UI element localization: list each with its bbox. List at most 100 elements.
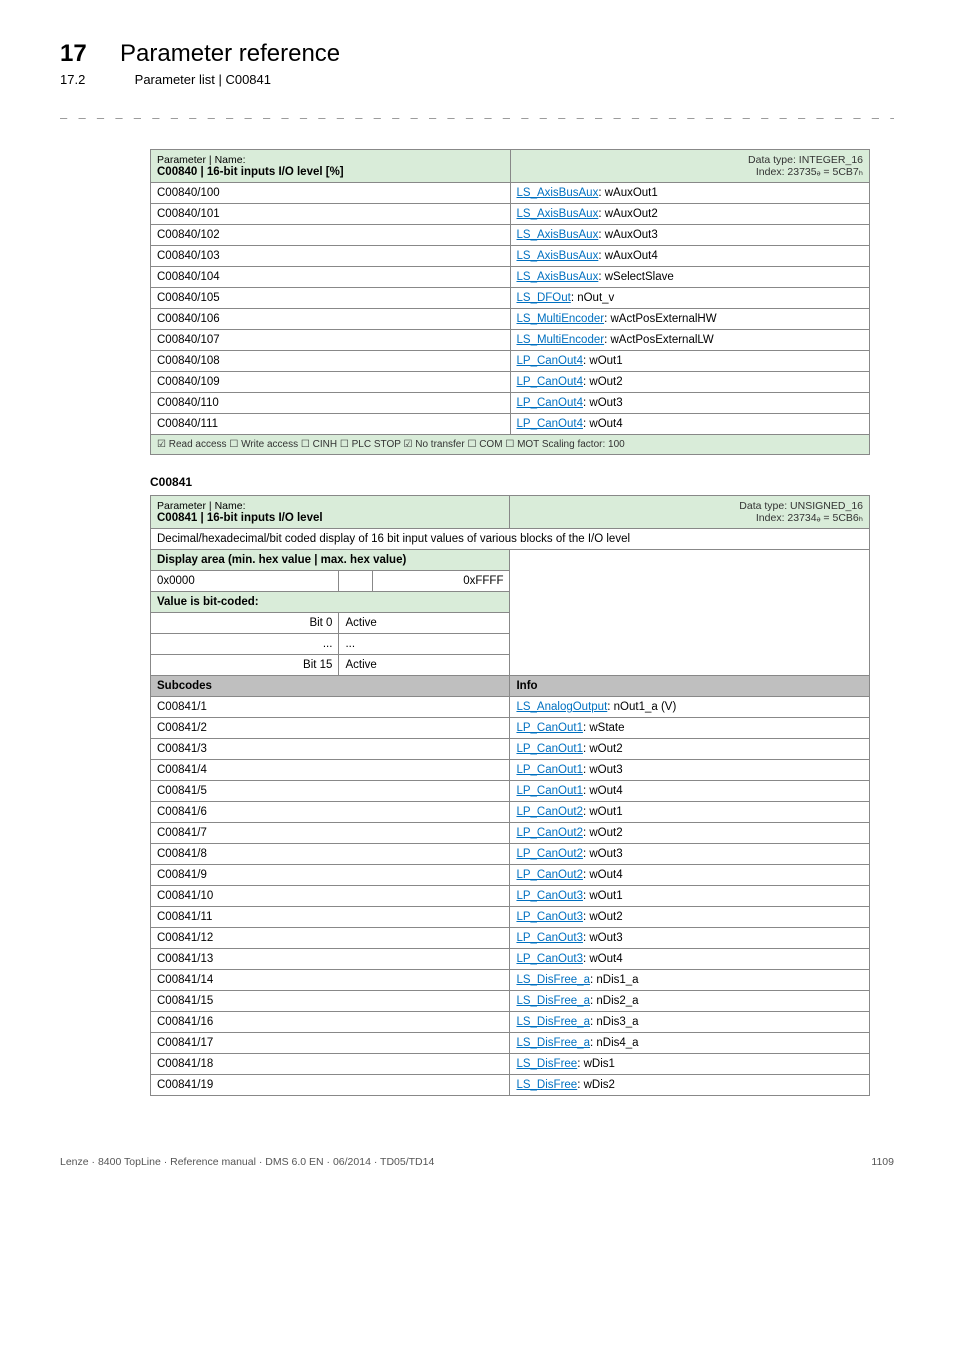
ellipsis-value: ...: [339, 634, 510, 655]
table-row: C00840/104LS_AxisBusAux: wSelectSlave: [151, 267, 870, 288]
param-code: C00841/15: [151, 991, 510, 1012]
display-area-header: Display area (min. hex value | max. hex …: [151, 550, 870, 571]
param-code: C00841/3: [151, 739, 510, 760]
param-info: LS_AxisBusAux: wAuxOut2: [510, 204, 870, 225]
param-code: C00841/4: [151, 760, 510, 781]
port-link[interactable]: LP_CanOut4: [517, 376, 584, 388]
port-link[interactable]: LS_DisFree: [516, 1058, 577, 1070]
param-info: LS_AnalogOutput: nOut1_a (V): [510, 697, 870, 718]
table-row: C00841/7LP_CanOut2: wOut2: [151, 823, 870, 844]
port-link[interactable]: LP_CanOut2: [516, 848, 583, 860]
port-link[interactable]: LP_CanOut2: [516, 869, 583, 881]
port-link[interactable]: LS_AxisBusAux: [517, 187, 599, 199]
port-link[interactable]: LS_MultiEncoder: [517, 334, 605, 346]
port-link[interactable]: LP_CanOut3: [516, 911, 583, 923]
ellipsis-key: ...: [151, 634, 339, 655]
param-code: C00840/111: [151, 414, 511, 435]
port-link[interactable]: LP_CanOut1: [516, 785, 583, 797]
param-info: LS_DisFree_a: nDis3_a: [510, 1012, 870, 1033]
param-code: C00840/106: [151, 309, 511, 330]
data-type-line: Data type: INTEGER_16: [517, 154, 864, 166]
param-code: C00841/16: [151, 1012, 510, 1033]
param-info: LS_AxisBusAux: wAuxOut1: [510, 183, 870, 204]
param-code: C00841/8: [151, 844, 510, 865]
param-label: Parameter | Name:: [157, 500, 503, 512]
param-info: LS_DisFree_a: nDis4_a: [510, 1033, 870, 1054]
footer-page-number: 1109: [871, 1156, 894, 1168]
port-link[interactable]: LP_CanOut4: [517, 418, 584, 430]
table-footer-row: ☑ Read access ☐ Write access ☐ CINH ☐ PL…: [151, 435, 870, 455]
port-link[interactable]: LS_DisFree_a: [516, 974, 590, 986]
table-header-row: Parameter | Name: C00841 | 16-bit inputs…: [151, 496, 870, 529]
table-row: C00840/103LS_AxisBusAux: wAuxOut4: [151, 246, 870, 267]
param-info: LP_CanOut1: wOut3: [510, 760, 870, 781]
port-link[interactable]: LS_DisFree_a: [516, 995, 590, 1007]
param-info: LS_DFOut: nOut_v: [510, 288, 870, 309]
info-header: Info: [510, 676, 870, 697]
param-code: C00841/11: [151, 907, 510, 928]
param-code: C00841/14: [151, 970, 510, 991]
port-link[interactable]: LS_DisFree_a: [516, 1016, 590, 1028]
param-code: C00840/105: [151, 288, 511, 309]
port-link[interactable]: LS_AxisBusAux: [517, 271, 599, 283]
param-code: C00840/104: [151, 267, 511, 288]
table-row: C00840/105LS_DFOut: nOut_v: [151, 288, 870, 309]
bit-coded-label: Value is bit-coded:: [157, 596, 259, 608]
param-code: C00840/108: [151, 351, 511, 372]
port-link[interactable]: LS_AxisBusAux: [517, 208, 599, 220]
section-label-c00841: C00841: [150, 475, 894, 489]
param-info: LP_CanOut2: wOut3: [510, 844, 870, 865]
param-label: Parameter | Name:: [157, 154, 504, 166]
table-row: C00841/2LP_CanOut1: wState: [151, 718, 870, 739]
port-link[interactable]: LP_CanOut1: [516, 722, 583, 734]
param-info: LS_DisFree: wDis1: [510, 1054, 870, 1075]
param-code: C00841/18: [151, 1054, 510, 1075]
port-link[interactable]: LP_CanOut1: [516, 764, 583, 776]
bit-row-ellipsis: ... ...: [151, 634, 870, 655]
port-link[interactable]: LS_DisFree_a: [516, 1037, 590, 1049]
param-info: LP_CanOut4: wOut4: [510, 414, 870, 435]
port-link[interactable]: LP_CanOut3: [516, 953, 583, 965]
bit15-value: Active: [339, 655, 510, 676]
param-info: LS_AxisBusAux: wSelectSlave: [510, 267, 870, 288]
table-row: C00841/13LP_CanOut3: wOut4: [151, 949, 870, 970]
param-table-c00841: Parameter | Name: C00841 | 16-bit inputs…: [150, 495, 870, 1096]
port-link[interactable]: LS_AxisBusAux: [517, 250, 599, 262]
param-info: LP_CanOut3: wOut2: [510, 907, 870, 928]
param-table-c00840: Parameter | Name: C00840 | 16-bit inputs…: [150, 149, 870, 455]
port-link[interactable]: LP_CanOut4: [517, 355, 584, 367]
port-link[interactable]: LS_DFOut: [517, 292, 571, 304]
max-hex-value: 0xFFFF: [373, 571, 510, 592]
table-row: C00841/15LS_DisFree_a: nDis2_a: [151, 991, 870, 1012]
port-link[interactable]: LP_CanOut3: [516, 932, 583, 944]
port-link[interactable]: LS_AnalogOutput: [516, 701, 607, 713]
table-row: C00841/16LS_DisFree_a: nDis3_a: [151, 1012, 870, 1033]
table-row: C00840/102LS_AxisBusAux: wAuxOut3: [151, 225, 870, 246]
port-link[interactable]: LP_CanOut3: [516, 890, 583, 902]
index-line: Index: 23734ₔ = 5CB6ₕ: [516, 512, 863, 524]
table-row: C00841/3LP_CanOut1: wOut2: [151, 739, 870, 760]
table-row: C00841/5LP_CanOut1: wOut4: [151, 781, 870, 802]
bit-coded-header: Value is bit-coded:: [151, 592, 870, 613]
port-link[interactable]: LP_CanOut2: [516, 806, 583, 818]
param-code: C00841/17: [151, 1033, 510, 1054]
param-info: LP_CanOut3: wOut1: [510, 886, 870, 907]
table-row: C00841/12LP_CanOut3: wOut3: [151, 928, 870, 949]
table-row: C00840/108LP_CanOut4: wOut1: [151, 351, 870, 372]
port-link[interactable]: LP_CanOut4: [517, 397, 584, 409]
param-info: LP_CanOut1: wState: [510, 718, 870, 739]
table-row: C00841/6LP_CanOut2: wOut1: [151, 802, 870, 823]
port-link[interactable]: LS_DisFree: [516, 1079, 577, 1091]
port-link[interactable]: LS_MultiEncoder: [517, 313, 605, 325]
param-code: C00841/10: [151, 886, 510, 907]
table-row: C00841/4LP_CanOut1: wOut3: [151, 760, 870, 781]
port-link[interactable]: LP_CanOut1: [516, 743, 583, 755]
bit0-key: Bit 0: [151, 613, 339, 634]
index-line: Index: 23735ₔ = 5CB7ₕ: [517, 166, 864, 178]
param-info: LS_DisFree: wDis2: [510, 1075, 870, 1096]
param-info: LS_AxisBusAux: wAuxOut4: [510, 246, 870, 267]
port-link[interactable]: LS_AxisBusAux: [517, 229, 599, 241]
table-row: C00840/101LS_AxisBusAux: wAuxOut2: [151, 204, 870, 225]
param-info: LP_CanOut1: wOut2: [510, 739, 870, 760]
port-link[interactable]: LP_CanOut2: [516, 827, 583, 839]
